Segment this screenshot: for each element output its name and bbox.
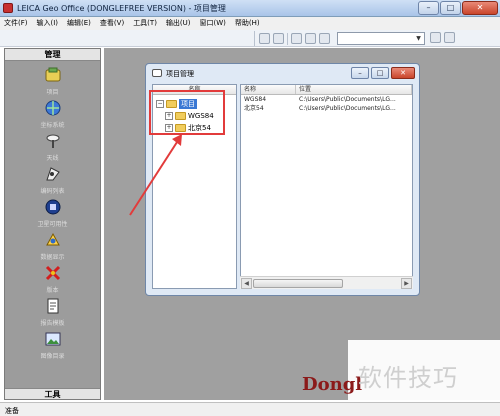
cell-location: C:\Users\Public\Documents\LG...	[299, 105, 396, 112]
sidebar-item-data-display[interactable]: 数据显示	[18, 230, 88, 263]
child-title-bar: 项目管理 – □ ✕	[146, 64, 419, 82]
child-window-title: 项目管理	[166, 70, 194, 78]
chevron-down-icon[interactable]: ▼	[414, 34, 423, 43]
sidebar-item-label: 项目	[46, 89, 59, 96]
menu-window[interactable]: 窗口(W)	[200, 17, 226, 30]
toolbar-combo-box[interactable]: ▼	[337, 32, 425, 45]
table-row[interactable]: WGS84 C:\Users\Public\Documents\LG...	[241, 95, 412, 104]
sidebar-item-label: 卫星可用性	[37, 221, 68, 228]
sidebar-item-coordinate-system[interactable]: 坐标系统	[18, 98, 88, 131]
cell-name: WGS84	[244, 96, 267, 103]
maximize-button[interactable]: □	[440, 1, 461, 15]
sidebar-header[interactable]: 管理	[5, 49, 100, 61]
sidebar-item-project[interactable]: 项目	[18, 65, 88, 98]
codelist-icon	[43, 164, 63, 184]
sidebar-item-satellite[interactable]: 卫星可用性	[18, 197, 88, 230]
satellite-icon	[43, 197, 63, 217]
column-header-name[interactable]: 名称	[241, 85, 296, 94]
sidebar-item-label: 天线	[46, 155, 59, 162]
coordinate-system-icon	[43, 98, 63, 118]
toolbar-zoom-icon[interactable]	[444, 32, 455, 43]
menu-file[interactable]: 文件(F)	[4, 17, 28, 30]
child-close-button[interactable]: ✕	[391, 67, 415, 79]
child-maximize-button[interactable]: □	[371, 67, 389, 79]
watermark-brand: Dongl	[302, 374, 363, 395]
child-minimize-button[interactable]: –	[351, 67, 369, 79]
watermark-text: 软件技巧	[358, 364, 458, 392]
menu-import[interactable]: 输入(I)	[37, 17, 59, 30]
report-template-icon	[43, 296, 63, 316]
table-row[interactable]: 北京54 C:\Users\Public\Documents\LG...	[241, 104, 412, 113]
main-title-bar: LEICA Geo Office (DONGLEFREE VERSION) - …	[0, 0, 500, 17]
sidebar-item-image-directory[interactable]: 图像目录	[18, 329, 88, 362]
window-title: LEICA Geo Office (DONGLEFREE VERSION) - …	[17, 4, 226, 13]
sidebar-item-antenna[interactable]: 天线	[18, 131, 88, 164]
toolbar-measure-icon[interactable]	[259, 33, 270, 44]
menu-bar: 文件(F) 输入(I) 编辑(E) 查看(V) 工具(T) 输出(U) 窗口(W…	[0, 17, 500, 30]
toolbar-record-icon[interactable]	[319, 33, 330, 44]
toolbar-grid-icon[interactable]	[273, 33, 284, 44]
project-list: 名称 位置 WGS84 C:\Users\Public\Documents\LG…	[240, 84, 413, 289]
scrollbar-thumb[interactable]	[253, 279, 343, 288]
menu-edit[interactable]: 编辑(E)	[67, 17, 91, 30]
close-button[interactable]: ✕	[462, 1, 498, 15]
scroll-right-icon[interactable]: ▶	[401, 278, 412, 289]
watermark: Dongl 软件技巧	[300, 340, 500, 402]
antenna-icon	[43, 131, 63, 151]
toolbar-separator	[287, 32, 288, 45]
sidebar-item-version[interactable]: 版本	[18, 263, 88, 296]
sidebar-item-report-template[interactable]: 报告模板	[18, 296, 88, 329]
cell-location: C:\Users\Public\Documents\LG...	[299, 96, 396, 103]
toolbar: ▼	[0, 30, 500, 47]
menu-help[interactable]: 帮助(H)	[235, 17, 260, 30]
sidebar-item-label: 坐标系统	[40, 122, 65, 129]
status-bar: 准备	[0, 402, 500, 416]
menu-tools[interactable]: 工具(T)	[133, 17, 157, 30]
menu-output[interactable]: 输出(U)	[166, 17, 191, 30]
list-header: 名称 位置	[241, 85, 412, 95]
sidebar-item-label: 报告模板	[40, 320, 65, 327]
menu-view[interactable]: 查看(V)	[100, 17, 124, 30]
sidebar-footer-tools[interactable]: 工具	[5, 388, 100, 399]
minimize-button[interactable]: –	[418, 1, 439, 15]
horizontal-scrollbar[interactable]: ◀ ▶	[240, 276, 413, 289]
data-display-icon	[43, 230, 63, 250]
sidebar-item-label: 数据显示	[40, 254, 65, 261]
project-manager-icon	[152, 69, 162, 77]
status-text: 准备	[5, 407, 19, 415]
sidebar-item-codelist[interactable]: 编码列表	[18, 164, 88, 197]
cell-name: 北京54	[244, 105, 264, 112]
annotation-highlight-box	[149, 90, 225, 135]
scroll-left-icon[interactable]: ◀	[241, 278, 252, 289]
sidebar-item-label: 编码列表	[40, 188, 65, 195]
toolbar-select-icon[interactable]	[430, 32, 441, 43]
column-header-location[interactable]: 位置	[296, 85, 412, 94]
app-logo-icon	[3, 3, 13, 13]
sidebar-item-label: 版本	[46, 287, 59, 294]
image-directory-icon	[43, 329, 63, 349]
sidebar-item-label: 图像目录	[40, 353, 65, 360]
toolbar-edit-icon[interactable]	[291, 33, 302, 44]
project-icon	[43, 65, 63, 85]
sidebar: 管理 项目 坐标系统 天线 编码列表 卫星可用性 数据显示 版本 报告模板 图像…	[4, 48, 101, 400]
version-icon	[43, 263, 63, 283]
toolbar-settings-icon[interactable]	[305, 33, 316, 44]
